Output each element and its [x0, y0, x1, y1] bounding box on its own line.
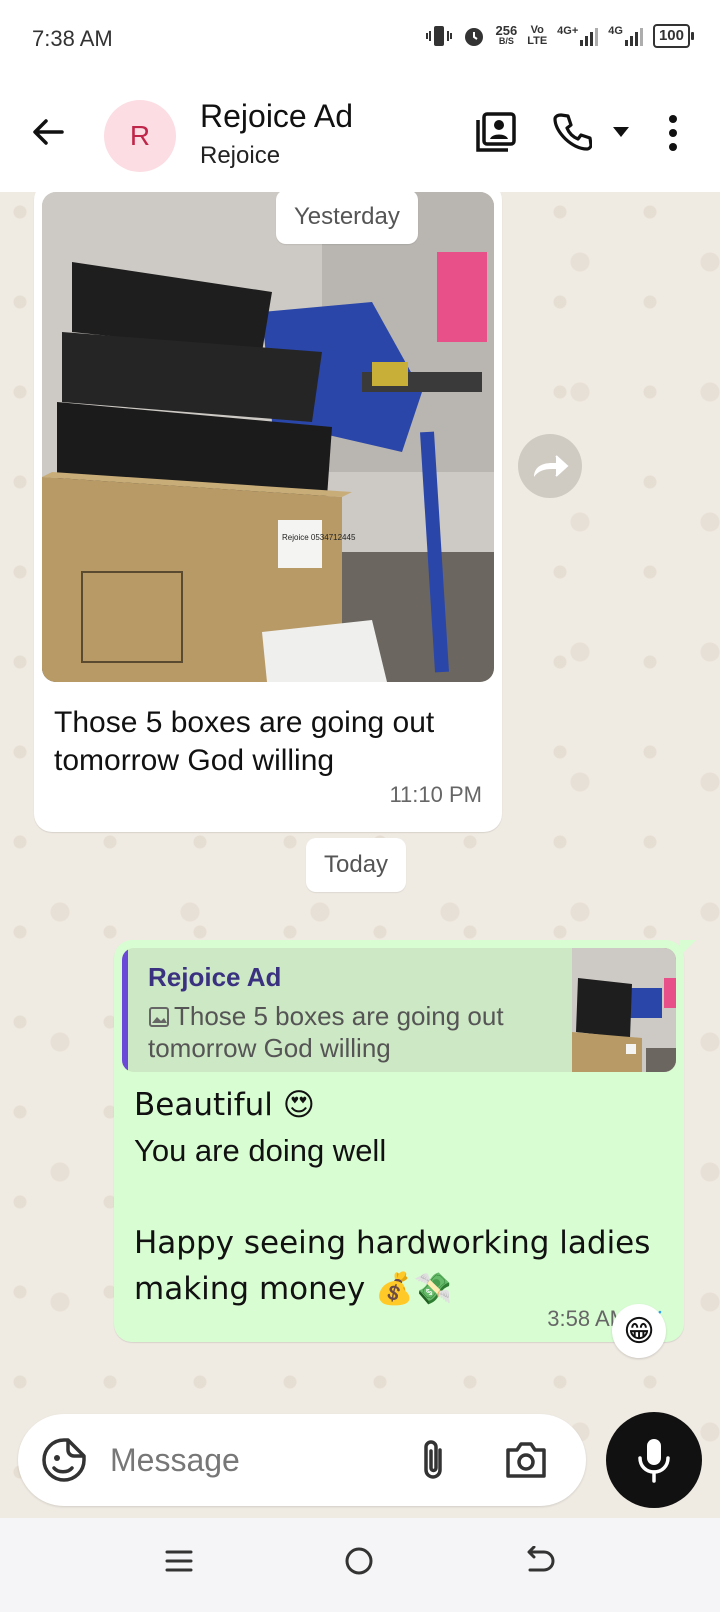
- quote-text-wrap: Those 5 boxes are going out tomorrow God…: [148, 1000, 548, 1064]
- signal-bars-icon: [624, 26, 643, 46]
- outgoing-text-line1: Beautiful 😍: [134, 1087, 316, 1123]
- home-icon[interactable]: [344, 1546, 374, 1576]
- forward-button[interactable]: [518, 434, 582, 498]
- system-nav-bar: [0, 1518, 720, 1612]
- outgoing-text-line2: You are doing well: [134, 1133, 387, 1168]
- message-composer: [18, 1414, 586, 1506]
- quote-thumbnail: [572, 948, 676, 1072]
- chat-area[interactable]: Rejoice 0534712445 Yesterday Those 5 box…: [0, 192, 720, 1512]
- reaction-badge[interactable]: 😁: [612, 1304, 666, 1358]
- quoted-message[interactable]: Rejoice Ad Those 5 boxes are going out t…: [122, 948, 676, 1072]
- alarm-icon: [464, 28, 483, 46]
- date-chip-yesterday: Yesterday: [276, 192, 418, 244]
- message-photo[interactable]: Rejoice 0534712445: [42, 192, 494, 682]
- incoming-caption: Those 5 boxes are going out tomorrow God…: [54, 706, 435, 777]
- quote-bar: [122, 948, 128, 1072]
- status-time: 7:38 AM: [32, 26, 113, 51]
- voice-record-button[interactable]: [606, 1412, 702, 1508]
- avatar[interactable]: R: [104, 100, 176, 172]
- battery-indicator: 100: [652, 24, 695, 48]
- incoming-timestamp: 11:10 PM: [389, 782, 482, 807]
- photo-box-label: Rejoice 0534712445: [282, 533, 356, 542]
- forward-icon: [534, 455, 569, 477]
- dropdown-icon[interactable]: [612, 126, 630, 138]
- date-chip-today: Today: [306, 838, 407, 892]
- image-icon: [149, 1007, 169, 1027]
- outgoing-text: Beautiful 😍 You are doing well Happy seein…: [134, 1082, 664, 1312]
- message-input[interactable]: [110, 1436, 400, 1484]
- outgoing-text-line3: Happy seeing hardworking ladies making m…: [134, 1225, 651, 1307]
- net-speed: 256 B/S: [495, 23, 518, 46]
- camera-icon[interactable]: [504, 1440, 548, 1480]
- back-nav-icon[interactable]: [524, 1546, 556, 1576]
- phone-icon[interactable]: [552, 112, 592, 152]
- signal-1: 4G+: [557, 26, 599, 46]
- incoming-message[interactable]: Rejoice 0534712445 Yesterday Those 5 box…: [34, 192, 502, 832]
- vibrate-icon: [425, 26, 452, 46]
- contact-subtitle[interactable]: Rejoice: [200, 142, 280, 170]
- chat-header: R Rejoice Ad Rejoice: [0, 80, 720, 192]
- recents-icon[interactable]: [164, 1546, 194, 1576]
- more-vert-icon[interactable]: [666, 114, 680, 152]
- volte-indicator: Vo LTE: [527, 24, 548, 47]
- status-bar: 7:38 AM 256 B/S Vo LTE 4G+ 4G 100: [0, 0, 720, 80]
- contact-name[interactable]: Rejoice Ad: [200, 98, 353, 135]
- boxes-photo: Rejoice 0534712445: [42, 192, 494, 682]
- sticker-emoji-icon[interactable]: [40, 1436, 88, 1484]
- attach-icon[interactable]: [418, 1438, 448, 1484]
- microphone-icon: [638, 1439, 670, 1483]
- quote-author: Rejoice Ad: [148, 962, 282, 992]
- contacts-icon[interactable]: [474, 110, 518, 154]
- back-arrow-icon[interactable]: [28, 112, 68, 152]
- status-icons: 256 B/S Vo LTE 4G+ 4G 100: [425, 23, 695, 48]
- signal-2: 4G: [608, 26, 643, 46]
- signal-bars-icon: [580, 26, 599, 46]
- outgoing-message[interactable]: Rejoice Ad Those 5 boxes are going out t…: [114, 940, 696, 1342]
- quote-text: Those 5 boxes are going out tomorrow God…: [148, 1001, 504, 1063]
